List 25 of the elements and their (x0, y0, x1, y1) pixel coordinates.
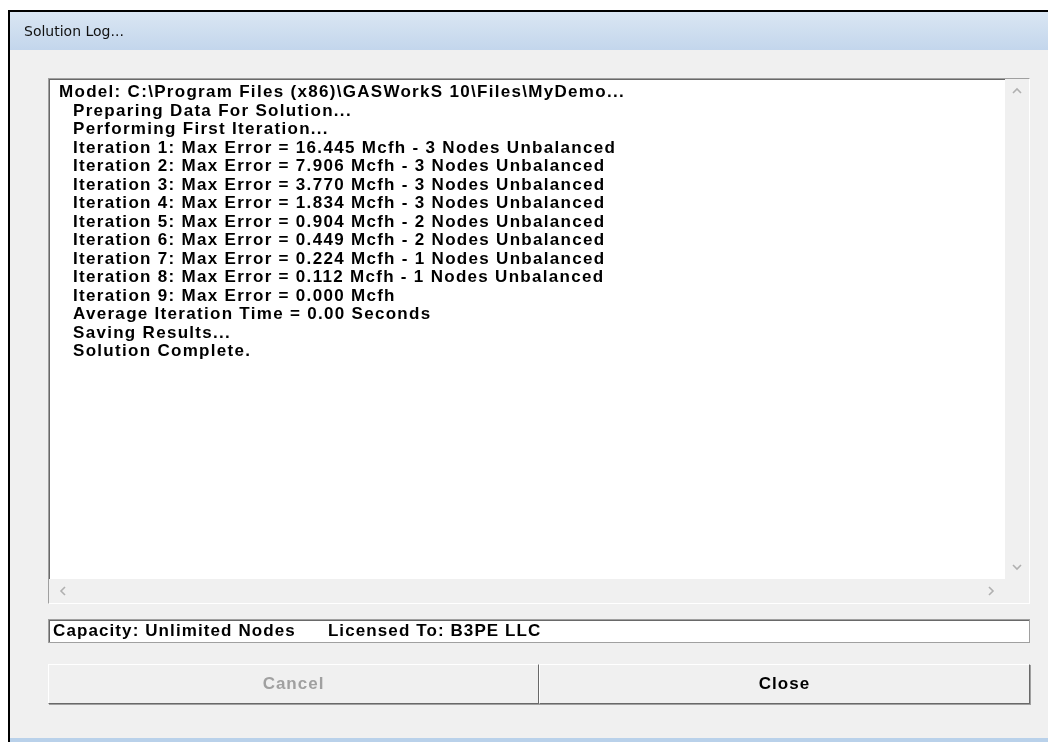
scroll-right-icon[interactable] (988, 586, 995, 596)
scroll-up-icon[interactable] (1012, 87, 1022, 94)
log-line: Solution Complete. (72, 342, 252, 361)
window-title: Solution Log... (24, 23, 124, 39)
log-line: Iteration 9: Max Error = 0.000 Mcfh (72, 286, 396, 305)
log-line: Average Iteration Time = 0.00 Seconds (72, 305, 432, 324)
log-line: Iteration 1: Max Error = 16.445 Mcfh - 3 Nodes Unbalanced (72, 138, 617, 157)
log-line: Saving Results... (72, 323, 232, 342)
log-line: Iteration 4: Max Error = 1.834 Mcfh - 3 Nodes Unbalanced (72, 194, 606, 213)
log-line: Iteration 7: Max Error = 0.224 Mcfh - 1 Nodes Unbalanced (72, 249, 606, 268)
capacity-text: Capacity: Unlimited Nodes (53, 621, 296, 641)
log-line: Iteration 3: Max Error = 3.770 Mcfh - 3 Nodes Unbalanced (72, 175, 606, 194)
horizontal-scrollbar[interactable] (49, 579, 1005, 603)
scroll-left-icon[interactable] (59, 586, 66, 596)
log-line: Iteration 5: Max Error = 0.904 Mcfh - 2 Nodes Unbalanced (72, 212, 606, 231)
log-line: Iteration 2: Max Error = 7.906 Mcfh - 3 Nodes Unbalanced (72, 157, 606, 176)
log-line: Preparing Data For Solution... (72, 101, 352, 120)
license-text: Licensed To: B3PE LLC (327, 621, 542, 641)
vertical-scrollbar[interactable] (1005, 79, 1029, 579)
log-line: Model: C:\Program Files (x86)\GASWorkS 10\Files\MyDemo... (59, 83, 625, 102)
close-button[interactable]: Close (539, 664, 1030, 704)
log-line: Iteration 8: Max Error = 0.112 Mcfh - 1 Nodes Unbalanced (72, 268, 605, 287)
log-line: Performing First Iteration... (72, 120, 329, 139)
scroll-down-icon[interactable] (1012, 564, 1022, 571)
log-line: Iteration 6: Max Error = 0.449 Mcfh - 2 Nodes Unbalanced (72, 231, 606, 250)
